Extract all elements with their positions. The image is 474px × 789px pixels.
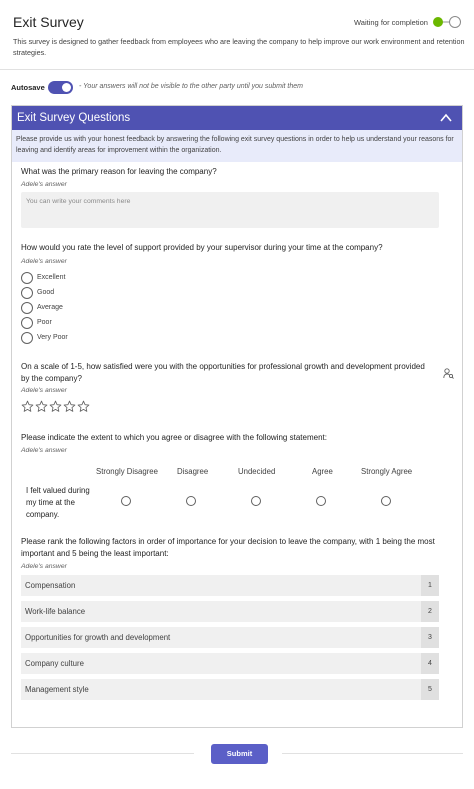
star-outline-icon[interactable] [63, 400, 76, 413]
questions-section: Exit Survey Questions Please provide us … [11, 105, 463, 728]
likert-statement: I felt valued during my time at the comp… [26, 486, 90, 519]
question-2-text: How would you rate the level of support … [21, 243, 383, 252]
rank-item-label: Compensation [25, 581, 76, 590]
likert-column-strongly-disagree: Strongly Disagree [96, 467, 158, 476]
question-3-answer-label: Adele's answer [21, 387, 67, 394]
question-5-answer-label: Adele's answer [21, 563, 67, 570]
status-toggle[interactable] [431, 16, 463, 28]
star-outline-icon[interactable] [21, 400, 34, 413]
rank-item-label: Company culture [25, 659, 84, 668]
radio-button[interactable] [21, 302, 33, 314]
likert-radio-agree[interactable] [316, 496, 326, 506]
section-header[interactable]: Exit Survey Questions [12, 106, 462, 130]
likert-column-undecided: Undecided [238, 467, 276, 476]
footer-divider-right [282, 753, 463, 754]
question-4-answer-label: Adele's answer [21, 447, 67, 454]
radio-label: Excellent [37, 274, 66, 281]
rank-number: 4 [421, 653, 439, 674]
autosave-note: - Your answers will not be visible to th… [79, 83, 303, 90]
rank-item[interactable]: Company culture 4 [21, 653, 439, 674]
submit-button[interactable]: Submit [211, 744, 268, 764]
likert-radio-undecided[interactable] [251, 496, 261, 506]
autosave-toggle[interactable] [48, 81, 73, 94]
likert-radio-strongly-agree[interactable] [381, 496, 391, 506]
question-5-text: Please rank the following factors in ord… [21, 537, 435, 558]
question-1-text: What was the primary reason for leaving … [21, 167, 217, 176]
likert-radio-disagree[interactable] [186, 496, 196, 506]
radio-button[interactable] [21, 332, 33, 344]
rank-item-label: Management style [25, 685, 89, 694]
section-info: Please provide us with your honest feedb… [12, 130, 462, 162]
comment-input[interactable]: You can write your comments here [21, 192, 439, 228]
radio-label: Good [37, 289, 55, 296]
star-outline-icon[interactable] [35, 400, 48, 413]
question-2-answer-label: Adele's answer [21, 258, 67, 265]
rank-item[interactable]: Compensation 1 [21, 575, 439, 596]
rank-number: 5 [421, 679, 439, 700]
section-title: Exit Survey Questions [17, 112, 131, 124]
star-outline-icon[interactable] [77, 400, 90, 413]
rank-number: 2 [421, 601, 439, 622]
radio-button[interactable] [21, 317, 33, 329]
likert-column-agree: Agree [312, 467, 333, 476]
radio-label: Poor [37, 319, 52, 326]
question-4-text: Please indicate the extent to which you … [21, 433, 327, 442]
radio-label: Average [37, 304, 63, 311]
question-1-answer-label: Adele's answer [21, 181, 67, 188]
star-outline-icon[interactable] [49, 400, 62, 413]
rank-item-label: Opportunities for growth and development [25, 633, 171, 642]
rank-item[interactable]: Work-life balance 2 [21, 601, 439, 622]
autosave-toggle-knob [62, 83, 71, 92]
radio-button[interactable] [21, 272, 33, 284]
autosave-label: Autosave [11, 83, 45, 92]
person-search-icon[interactable] [443, 368, 454, 379]
footer-divider-left [11, 753, 194, 754]
status-label: Waiting for completion [354, 18, 428, 27]
status-pending-dot [449, 16, 461, 28]
rank-item[interactable]: Management style 5 [21, 679, 439, 700]
likert-column-disagree: Disagree [177, 467, 209, 476]
likert-radio-strongly-disagree[interactable] [121, 496, 131, 506]
survey-description: This survey is designed to gather feedba… [13, 37, 465, 57]
radio-button[interactable] [21, 287, 33, 299]
question-3-text: On a scale of 1-5, how satisfied were yo… [21, 362, 425, 383]
chevron-up-icon[interactable] [440, 113, 452, 123]
likert-column-strongly-agree: Strongly Agree [361, 467, 413, 476]
radio-label: Very Poor [37, 334, 68, 341]
rank-item-label: Work-life balance [25, 607, 86, 616]
survey-header: Exit Survey This survey is designed to g… [0, 0, 474, 70]
page-title: Exit Survey [13, 14, 84, 30]
rank-number: 1 [421, 575, 439, 596]
rank-number: 3 [421, 627, 439, 648]
rank-item[interactable]: Opportunities for growth and development… [21, 627, 439, 648]
status-complete-dot [433, 17, 443, 27]
